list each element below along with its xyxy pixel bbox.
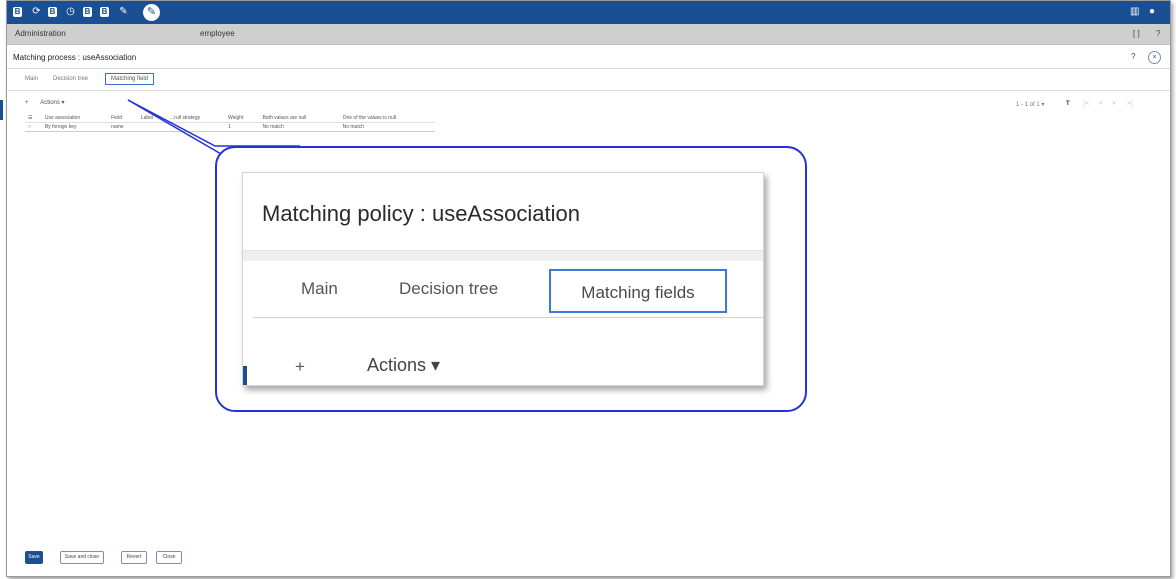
zoom-tab-matching-fields: Matching fields <box>549 269 727 313</box>
db-icon[interactable]: B <box>13 7 22 17</box>
expand-icon[interactable]: [ ] <box>1133 29 1140 38</box>
column-header[interactable]: Label <box>138 114 167 123</box>
left-accent-strip <box>0 100 3 120</box>
copy-icon[interactable]: B <box>83 7 92 17</box>
save-button[interactable]: Save <box>25 551 43 564</box>
pin-icon[interactable]: ✎ <box>118 6 129 18</box>
pager-range[interactable]: 1 - 1 of 1 ▾ <box>1016 101 1044 108</box>
tab-main[interactable]: Main <box>25 76 38 82</box>
table-cell: 1 <box>227 124 231 130</box>
close-icon[interactable]: × <box>1148 51 1161 64</box>
column-header[interactable]: ...rull strategy <box>167 114 225 123</box>
admin-section-label: Administration <box>15 29 66 38</box>
revert-button[interactable]: Revert <box>121 551 147 564</box>
zoom-title: Matching policy : useAssociation <box>262 201 580 226</box>
tab-matching-field[interactable]: Matching field <box>105 73 155 85</box>
zoom-divider-band <box>243 251 763 261</box>
next-page-button[interactable]: > <box>1112 101 1116 107</box>
wrench-icon[interactable]: ✎ <box>143 4 160 21</box>
zoom-tab-main: Main <box>301 279 338 298</box>
first-page-button[interactable]: |< <box>1084 101 1089 107</box>
tab-bar: Main Decision tree Matching field <box>7 70 1170 91</box>
row-radio[interactable]: ○ <box>25 123 42 132</box>
save-and-close-button[interactable]: Save and close <box>60 551 104 564</box>
zoom-actions-menu: Actions ▾ <box>367 355 441 375</box>
grid-toolbar: + Actions ▾ <box>25 99 65 106</box>
table-cell: No match <box>342 124 364 130</box>
zoom-tab-decision-tree: Decision tree <box>399 279 499 298</box>
filter-icon[interactable]: T <box>1066 101 1070 107</box>
last-page-button[interactable]: >| <box>1127 101 1132 107</box>
table-cell: name <box>111 124 124 130</box>
column-header[interactable]: Field <box>108 114 138 123</box>
panel-title: Matching process : useAssociation <box>13 53 137 62</box>
select-all-icon[interactable]: ☰ <box>25 114 42 123</box>
refresh-icon[interactable]: ⟳ <box>31 6 42 18</box>
admin-bar: Administration employee [ ] ? <box>7 24 1170 45</box>
top-toolbar: B ⟳ B ◷ B B ✎ ✎ ▥ ● <box>7 1 1170 24</box>
add-button[interactable]: + <box>25 100 29 106</box>
table-row[interactable]: ○ By foreign key name 1 No match No matc… <box>25 123 435 132</box>
close-button[interactable]: Close <box>156 551 182 564</box>
matching-fields-table: ☰ Use association Field Label ...rull st… <box>25 114 435 132</box>
prev-page-button[interactable]: < <box>1099 101 1103 107</box>
table-cell <box>167 123 225 132</box>
tab-decision-tree[interactable]: Decision tree <box>53 76 88 82</box>
zoom-tab-separator <box>253 317 763 318</box>
table-cell: No match <box>262 124 284 130</box>
actions-menu[interactable]: Actions ▾ <box>40 100 64 106</box>
entity-label: employee <box>200 29 235 38</box>
user-icon[interactable]: ● <box>1149 6 1155 18</box>
grid-icon[interactable]: ▥ <box>1130 6 1139 18</box>
zoom-left-accent <box>243 366 247 385</box>
panel-help-icon[interactable]: ? <box>1131 52 1135 61</box>
zoom-panel: Matching policy : useAssociation Main De… <box>242 172 764 386</box>
help-icon[interactable]: ? <box>1156 29 1160 38</box>
column-header[interactable]: Use association <box>42 114 108 123</box>
zoom-add-icon: + <box>295 357 305 376</box>
table-header-row: ☰ Use association Field Label ...rull st… <box>25 114 435 123</box>
doc-icon[interactable]: B <box>48 7 57 17</box>
clock-icon[interactable]: ◷ <box>65 6 76 18</box>
panel-header: Matching process : useAssociation ? × <box>7 46 1170 69</box>
table-cell <box>138 123 167 132</box>
column-header[interactable]: Weight <box>225 114 259 123</box>
column-header[interactable]: One of the values is null <box>340 114 435 123</box>
export-icon[interactable]: B <box>100 7 109 17</box>
table-cell: By foreign key <box>44 124 77 130</box>
column-header[interactable]: Both values are null <box>259 114 339 123</box>
